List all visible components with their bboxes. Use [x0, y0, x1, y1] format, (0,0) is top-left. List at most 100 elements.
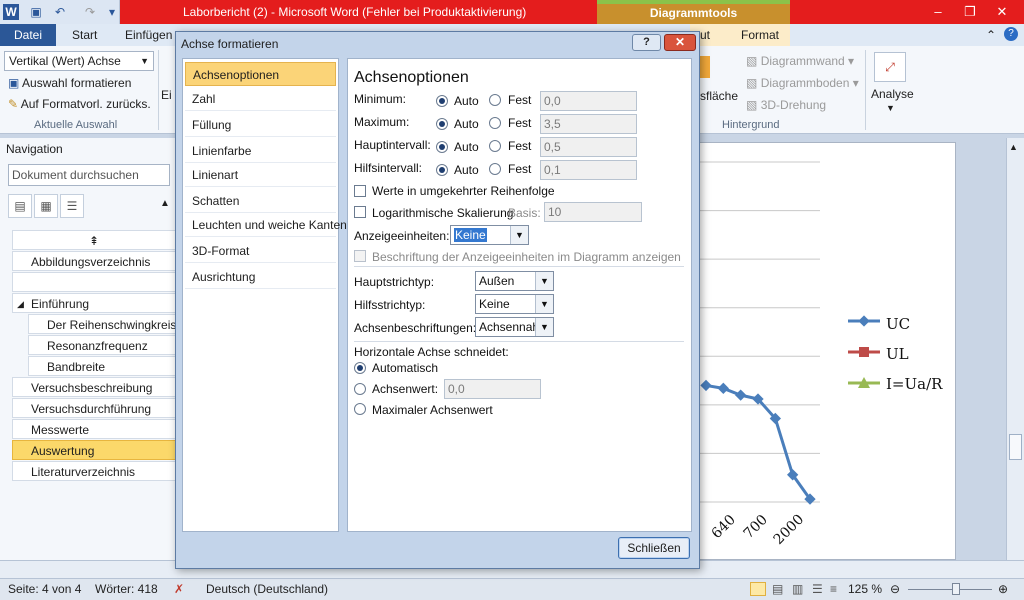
proofing-error-icon[interactable]: ✗: [174, 582, 184, 596]
chevron-down-icon[interactable]: ▼: [535, 318, 553, 336]
cross-max-label[interactable]: Maximaler Achsenwert: [372, 403, 493, 417]
pages-view-icon[interactable]: ▦: [34, 194, 58, 218]
undo-icon[interactable]: ↶: [52, 4, 68, 20]
minimize-button[interactable]: –: [924, 2, 952, 22]
vertical-scrollbar[interactable]: ▲: [1006, 138, 1024, 578]
analysis-icon[interactable]: ⤢: [874, 52, 906, 82]
major-unit-fixed-radio[interactable]: [489, 140, 501, 152]
status-language[interactable]: Deutsch (Deutschland): [206, 582, 328, 596]
maximize-button[interactable]: ❐: [956, 2, 984, 22]
selection-dropdown[interactable]: Vertikal (Wert) Achse ▼: [4, 51, 154, 71]
dialog-close-icon[interactable]: ✕: [664, 34, 696, 51]
maximum-auto-label[interactable]: Auto: [454, 117, 479, 131]
category-linienart[interactable]: Linienart: [185, 163, 336, 187]
major-unit-auto-label[interactable]: Auto: [454, 140, 479, 154]
nav-item-versuchsbeschreibung[interactable]: Versuchsbeschreibung: [12, 377, 176, 397]
major-unit-auto-radio[interactable]: [436, 141, 448, 153]
cross-value-radio[interactable]: [354, 383, 366, 395]
close-dialog-button[interactable]: Schließen: [618, 537, 690, 559]
word-icon[interactable]: W: [3, 4, 19, 20]
nav-item-versuchsdurchfuehrung[interactable]: Versuchsdurchführung: [12, 398, 176, 418]
major-tick-dropdown[interactable]: Außen ▼: [475, 271, 554, 291]
base-value-field[interactable]: 10: [544, 202, 642, 222]
nav-item-reihenschwingkreis[interactable]: Der Reihenschwingkreis: [28, 314, 176, 334]
zoom-out-icon[interactable]: ⊖: [890, 582, 900, 596]
maximum-value-field[interactable]: 3,5: [540, 114, 637, 134]
web-layout-icon[interactable]: ▥: [792, 582, 803, 596]
dialog-help-button[interactable]: ?: [632, 34, 661, 51]
minor-unit-fixed-radio[interactable]: [489, 163, 501, 175]
print-layout-icon[interactable]: [750, 582, 766, 596]
help-icon[interactable]: ?: [1004, 27, 1018, 41]
data-point-uc[interactable]: [717, 382, 729, 394]
nav-item-bandbreite[interactable]: Bandbreite: [28, 356, 176, 376]
chevron-down-icon[interactable]: ▼: [535, 272, 553, 290]
reverse-order-checkbox[interactable]: [354, 185, 366, 197]
axis-labels-dropdown[interactable]: Achsennah ▼: [475, 317, 554, 337]
minimum-value-field[interactable]: 0,0: [540, 91, 637, 111]
minor-unit-value-field[interactable]: 0,1: [540, 160, 637, 180]
minimum-auto-label[interactable]: Auto: [454, 94, 479, 108]
reverse-order-label[interactable]: Werte in umgekehrter Reihenfolge: [372, 184, 555, 198]
minor-unit-auto-label[interactable]: Auto: [454, 163, 479, 177]
log-scale-label[interactable]: Logarithmische Skalierung: [372, 206, 513, 220]
minimum-fixed-radio[interactable]: [489, 94, 501, 106]
category-leuchten[interactable]: Leuchten und weiche Kanten: [185, 213, 347, 237]
outline-icon[interactable]: ☰: [812, 582, 823, 596]
analysis-button-label[interactable]: Analyse: [871, 87, 914, 101]
tab-datei[interactable]: Datei: [0, 24, 56, 46]
tab-einfuegen[interactable]: Einfügen: [115, 24, 182, 46]
save-icon[interactable]: ▣: [28, 4, 44, 20]
data-point-uc[interactable]: [735, 389, 747, 401]
maximum-auto-radio[interactable]: [436, 118, 448, 130]
category-ausrichtung[interactable]: Ausrichtung: [185, 265, 336, 289]
nav-item-auswertung[interactable]: Auswertung: [12, 440, 176, 460]
minor-unit-auto-radio[interactable]: [436, 164, 448, 176]
zoom-in-icon[interactable]: ⊕: [998, 582, 1008, 596]
qat-customize-icon[interactable]: ▾: [104, 4, 120, 20]
maximum-fixed-label[interactable]: Fest: [508, 116, 531, 130]
category-schatten[interactable]: Schatten: [185, 189, 336, 213]
nav-scroll-top-icon[interactable]: ⇞: [12, 230, 176, 250]
tab-format[interactable]: Format: [730, 24, 790, 46]
cross-value-field[interactable]: 0,0: [444, 379, 541, 399]
status-page[interactable]: Seite: 4 von 4: [8, 582, 81, 596]
scroll-thumb[interactable]: [1009, 434, 1022, 460]
nav-item-resonanzfrequenz[interactable]: Resonanzfrequenz: [28, 335, 176, 355]
chevron-down-icon[interactable]: ▼: [510, 226, 528, 244]
redo-icon[interactable]: ↷: [82, 4, 98, 20]
minor-tick-dropdown[interactable]: Keine ▼: [475, 294, 554, 314]
tab-start[interactable]: Start: [62, 24, 107, 46]
display-units-dropdown[interactable]: Keine ▼: [450, 225, 529, 245]
ribbon-collapse-icon[interactable]: ⌃: [986, 28, 996, 42]
scroll-up-icon[interactable]: ▲: [1009, 142, 1018, 152]
nav-item-empty[interactable]: [12, 272, 176, 292]
collapse-triangle-icon[interactable]: ◢: [17, 294, 24, 312]
minor-unit-fixed-label[interactable]: Fest: [508, 162, 531, 176]
category-linienfarbe[interactable]: Linienfarbe: [185, 139, 336, 163]
category-3d-format[interactable]: 3D-Format: [185, 239, 336, 263]
major-unit-fixed-label[interactable]: Fest: [508, 139, 531, 153]
category-achsenoptionen[interactable]: Achsenoptionen: [185, 62, 336, 86]
reset-style-button[interactable]: ✎ Auf Formatvorl. zurücks.: [8, 97, 151, 111]
category-fuellung[interactable]: Füllung: [185, 113, 336, 137]
nav-prev-icon[interactable]: ▲: [160, 198, 170, 209]
cross-max-radio[interactable]: [354, 403, 366, 415]
minimum-auto-radio[interactable]: [436, 95, 448, 107]
chevron-down-icon[interactable]: ▼: [535, 295, 553, 313]
nav-item-messwerte[interactable]: Messwerte: [12, 419, 176, 439]
nav-search-input[interactable]: Dokument durchsuchen: [8, 164, 170, 186]
data-point-uc[interactable]: [700, 379, 712, 392]
category-zahl[interactable]: Zahl: [185, 87, 336, 111]
fullscreen-icon[interactable]: ▤: [772, 582, 783, 596]
zoom-slider[interactable]: [908, 589, 992, 590]
zoom-slider-thumb[interactable]: [952, 583, 960, 595]
cross-auto-label[interactable]: Automatisch: [372, 361, 438, 375]
cross-auto-radio[interactable]: [354, 362, 366, 374]
major-unit-value-field[interactable]: 0,5: [540, 137, 637, 157]
format-selection-button[interactable]: ▣ Auswahl formatieren: [8, 76, 131, 90]
draft-icon[interactable]: ≡: [830, 582, 837, 596]
cross-value-label[interactable]: Achsenwert:: [372, 382, 438, 396]
nav-item-einfuehrung[interactable]: ◢ Einführung: [12, 293, 176, 313]
log-scale-checkbox[interactable]: [354, 206, 366, 218]
